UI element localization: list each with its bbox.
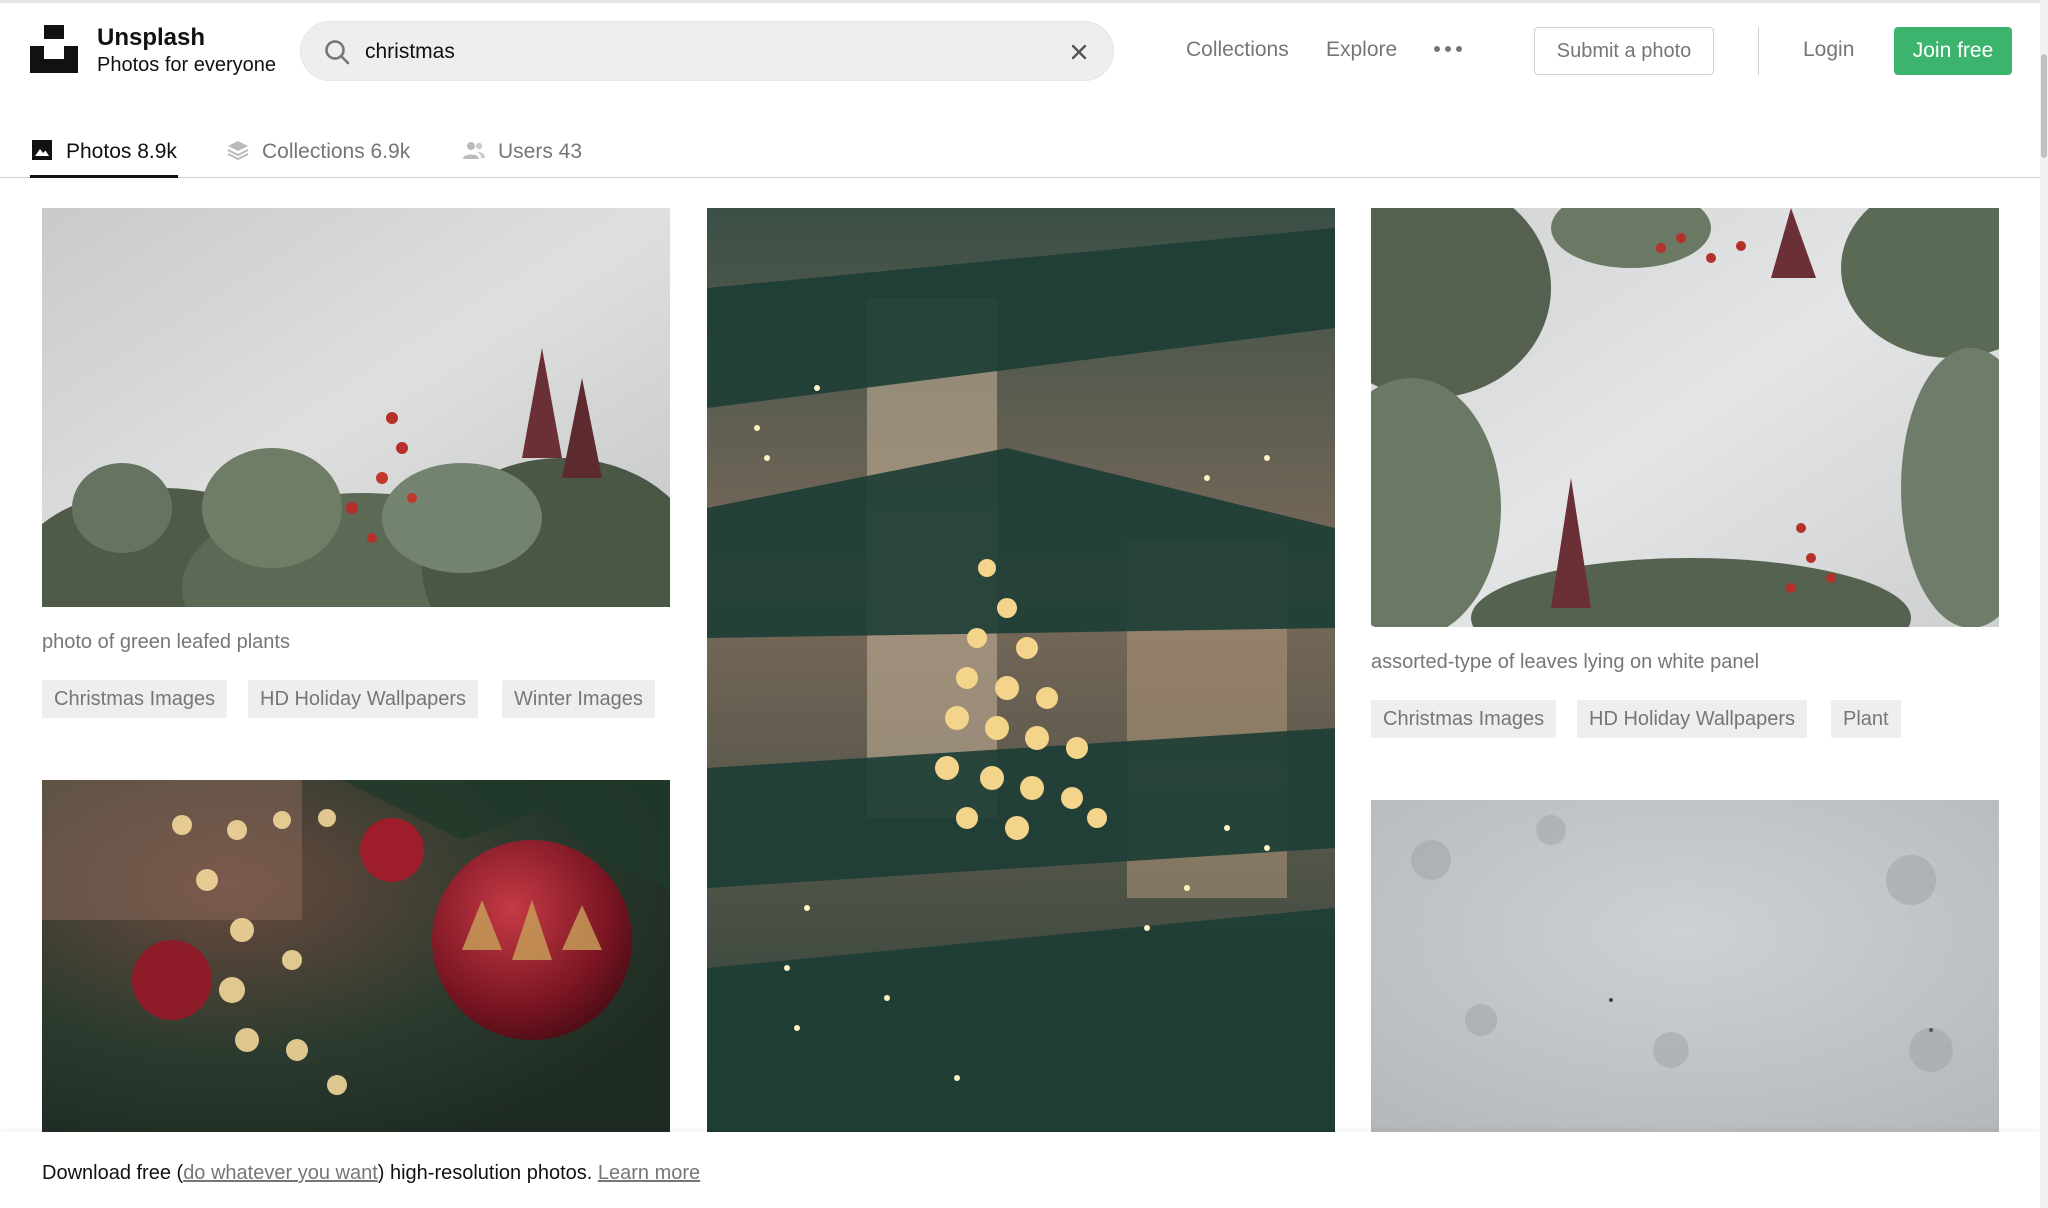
users-icon [463, 142, 485, 159]
top-navbar: Unsplash Photos for everyone Collections… [0, 0, 2048, 96]
photo-caption: photo of green leafed plants [42, 631, 290, 653]
photo-christmas-tree-lights[interactable] [707, 208, 1335, 1132]
nav-collections-link[interactable]: Collections [1186, 38, 1289, 62]
tab-users[interactable]: Users 43 [462, 124, 602, 178]
brand[interactable]: Unsplash Photos for everyone [97, 24, 276, 78]
photo-caption: assorted-type of leaves lying on white p… [1371, 651, 1760, 673]
tag-chip[interactable]: HD Holiday Wallpapers [1577, 700, 1807, 738]
nav-divider [1758, 27, 1759, 75]
tag-chip[interactable]: Christmas Images [1371, 700, 1557, 738]
search-result-tabs: Photos 8.9k Collections 6.9k Users 43 [0, 110, 2040, 178]
banner-middle: ) high-resolution photos. [377, 1162, 598, 1184]
scrollbar-thumb[interactable] [2041, 54, 2047, 158]
join-free-button[interactable]: Join free [1894, 27, 2012, 75]
page-scrollbar[interactable] [2040, 0, 2048, 1208]
license-link[interactable]: do whatever you want [183, 1162, 378, 1184]
photo-image [42, 780, 670, 1132]
tag-chip[interactable]: Winter Images [502, 680, 655, 718]
submit-photo-button[interactable]: Submit a photo [1534, 27, 1714, 75]
tag-chip[interactable]: Plant [1831, 700, 1901, 738]
close-icon[interactable] [1067, 40, 1091, 64]
tag-chip[interactable]: Christmas Images [42, 680, 228, 718]
download-info-banner: Download free (do whatever you want) hig… [0, 1132, 2040, 1208]
tab-label: Photos 8.9k [66, 140, 177, 163]
tab-collections[interactable]: Collections 6.9k [226, 124, 426, 178]
tab-label: Collections 6.9k [262, 140, 411, 163]
more-horizontal-icon[interactable] [1432, 37, 1464, 61]
banner-prefix: Download free ( [42, 1162, 184, 1184]
banner-text: Download free (do whatever you want) hig… [42, 1162, 700, 1185]
layers-icon [227, 141, 249, 161]
brand-name: Unsplash [97, 24, 206, 51]
photo-green-leafed-plants[interactable] [42, 208, 670, 607]
search-bar [300, 21, 1114, 81]
tab-photos[interactable]: Photos 8.9k [30, 124, 178, 178]
tab-label: Users 43 [498, 140, 583, 163]
unsplash-logo-icon[interactable] [30, 25, 78, 73]
brand-tagline: Photos for everyone [97, 54, 276, 76]
photo-grey-texture[interactable] [1371, 800, 1999, 1132]
search-input[interactable] [365, 32, 1045, 72]
photo-image [42, 208, 670, 607]
login-link[interactable]: Login [1803, 38, 1854, 62]
search-icon[interactable] [323, 38, 351, 66]
nav-explore-link[interactable]: Explore [1326, 38, 1397, 62]
photo-leaves-on-white-panel[interactable] [1371, 208, 1999, 627]
learn-more-link[interactable]: Learn more [598, 1162, 700, 1184]
photo-image [1371, 208, 1999, 627]
tag-chip[interactable]: HD Holiday Wallpapers [248, 680, 478, 718]
photo-red-ornament[interactable] [42, 780, 670, 1132]
photo-image [707, 208, 1335, 1132]
photo-image [1371, 800, 1999, 1132]
image-icon [32, 140, 52, 160]
